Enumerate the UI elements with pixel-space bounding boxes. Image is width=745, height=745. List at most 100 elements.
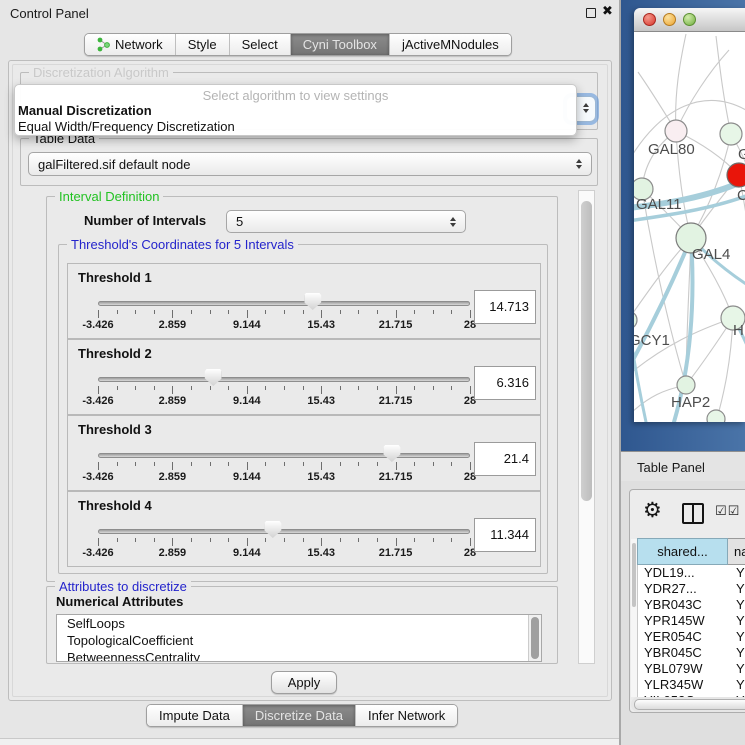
cell-name[interactable]: YLR3: [729, 677, 745, 693]
apply-button[interactable]: Apply: [271, 671, 337, 694]
tick-mark: [191, 310, 192, 314]
tick-mark: [265, 386, 266, 390]
node-gcy1[interactable]: [634, 311, 637, 329]
tab-impute-data[interactable]: Impute Data: [147, 705, 243, 726]
number-of-intervals-label: Number of Intervals: [84, 213, 206, 228]
attribute-list-item[interactable]: TopologicalCoefficient: [57, 632, 541, 649]
table-row[interactable]: YLR345W YLR3: [638, 677, 745, 693]
cell-shared-name[interactable]: YBL079W: [638, 661, 729, 677]
table-header-row: shared... na: [637, 538, 745, 565]
node-bottom[interactable]: [707, 410, 725, 422]
float-window-icon[interactable]: [586, 8, 596, 18]
attribute-list-item[interactable]: BetweennessCentrality: [57, 649, 541, 662]
table-row[interactable]: YBR045C YBR0: [638, 645, 745, 661]
table-row[interactable]: YDR27... YDR2: [638, 581, 745, 597]
split-columns-icon[interactable]: [682, 503, 704, 524]
minimize-traffic-light-icon[interactable]: [663, 13, 676, 26]
cell-shared-name[interactable]: YBR043C: [638, 597, 729, 613]
tab-style[interactable]: Style: [176, 34, 230, 55]
table-row[interactable]: YPR145W YPR1: [638, 613, 745, 629]
cell-name[interactable]: YBR0: [729, 597, 745, 613]
cell-shared-name[interactable]: YDR27...: [638, 581, 729, 597]
panel-vertical-scrollbar[interactable]: [578, 190, 595, 664]
node-red-selected[interactable]: [727, 163, 745, 187]
tab-discretize-data[interactable]: Discretize Data: [243, 705, 356, 726]
cell-shared-name[interactable]: YPR145W: [638, 613, 729, 629]
cell-name[interactable]: YBR0: [729, 645, 745, 661]
tab-infer-network[interactable]: Infer Network: [356, 705, 457, 726]
cell-shared-name[interactable]: YDL19...: [638, 565, 729, 581]
tick-mark: [135, 538, 136, 542]
threshold-slider[interactable]: -3.4262.8599.14415.4321.71528: [98, 340, 470, 414]
tab-network[interactable]: Network: [85, 34, 176, 55]
table-row[interactable]: YBR043C YBR0: [638, 597, 745, 613]
table-panel-inner: ⚙ ☑☑ shared... na YDL19... YDL1 YDR27...…: [629, 489, 745, 713]
cell-name[interactable]: YDR2: [729, 581, 745, 597]
network-canvas[interactable]: GAL80 GA C GAL11 GAL4 GCY1 H HAP2: [634, 32, 745, 422]
scrollbar-thumb[interactable]: [634, 699, 745, 710]
tab-select[interactable]: Select: [230, 34, 291, 55]
zoom-traffic-light-icon[interactable]: [683, 13, 696, 26]
attribute-list-item[interactable]: SelfLoops: [57, 615, 541, 632]
slider-track[interactable]: [98, 301, 470, 306]
cell-name[interactable]: YER0: [729, 629, 745, 645]
table-row[interactable]: YDL19... YDL1: [638, 565, 745, 581]
threshold-value-field[interactable]: 6.316: [474, 366, 536, 400]
slider-thumb[interactable]: [304, 293, 321, 310]
network-window-titlebar[interactable]: [634, 8, 745, 32]
column-header-shared-name[interactable]: shared...: [637, 538, 728, 565]
close-traffic-light-icon[interactable]: [643, 13, 656, 26]
threshold-value-field[interactable]: 11.344: [474, 518, 536, 552]
scrollbar-thumb[interactable]: [531, 617, 539, 659]
cell-name[interactable]: YPR1: [729, 613, 745, 629]
threshold-slider[interactable]: -3.4262.8599.14415.4321.71528: [98, 492, 470, 566]
tick-mark: [117, 386, 118, 390]
gear-icon[interactable]: ⚙: [643, 498, 662, 522]
tick-label: -3.426: [82, 319, 113, 331]
node-gal80[interactable]: [665, 120, 687, 142]
slider-thumb[interactable]: [264, 521, 281, 538]
slider-track[interactable]: [98, 529, 470, 534]
cell-shared-name[interactable]: YLR345W: [638, 677, 729, 693]
scrollbar-thumb[interactable]: [581, 201, 592, 501]
dropdown-placeholder-option[interactable]: Select algorithm to view settings: [15, 85, 576, 103]
number-of-intervals-combobox[interactable]: 5: [226, 210, 466, 233]
tick-mark: [321, 386, 322, 394]
slider-track[interactable]: [98, 377, 470, 382]
threshold-slider[interactable]: -3.4262.8599.14415.4321.71528: [98, 264, 470, 338]
tab-jactivemnodules[interactable]: jActiveMNodules: [390, 34, 511, 55]
cell-name[interactable]: YDL1: [729, 565, 745, 581]
cell-shared-name[interactable]: YER054C: [638, 629, 729, 645]
slider-thumb[interactable]: [205, 369, 222, 386]
slider-thumb[interactable]: [383, 445, 400, 462]
table-left-scrollbar[interactable]: [631, 539, 637, 697]
tick-mark: [340, 310, 341, 314]
slider-track[interactable]: [98, 453, 470, 458]
cell-shared-name[interactable]: YBR045C: [638, 645, 729, 661]
close-icon[interactable]: ✖: [602, 4, 613, 19]
table-row[interactable]: YER054C YER0: [638, 629, 745, 645]
threshold-value-field[interactable]: 21.4: [474, 442, 536, 476]
threshold-slider[interactable]: -3.4262.8599.14415.4321.71528: [98, 416, 470, 490]
threshold-value-field[interactable]: 14.713: [474, 290, 536, 324]
list-vertical-scrollbar[interactable]: [528, 615, 541, 661]
tick-mark: [117, 538, 118, 542]
tab-cyni-toolbox[interactable]: Cyni Toolbox: [291, 34, 390, 55]
column-header-name[interactable]: na: [728, 538, 745, 565]
tick-label: 21.715: [379, 395, 413, 407]
cell-name[interactable]: YBL0: [729, 661, 745, 677]
select-columns-icons[interactable]: ☑☑: [715, 504, 740, 519]
tick-mark: [358, 310, 359, 314]
thresholds-group-title: Threshold's Coordinates for 5 Intervals: [67, 237, 298, 252]
dropdown-option-manual[interactable]: Manual Discretization: [15, 103, 576, 119]
table-horizontal-scrollbar[interactable]: [631, 697, 745, 712]
node-hap2[interactable]: [677, 376, 695, 394]
tick-mark: [191, 538, 192, 542]
table-row[interactable]: YBL079W YBL0: [638, 661, 745, 677]
tick-mark: [451, 310, 452, 314]
dropdown-option-equal-width[interactable]: Equal Width/Frequency Discretization: [15, 119, 576, 135]
node-top-right[interactable]: [720, 123, 742, 145]
table-data-combobox[interactable]: galFiltered.sif default node: [28, 152, 592, 176]
scrollbar-thumb[interactable]: [632, 543, 636, 607]
numerical-attributes-list[interactable]: SelfLoopsTopologicalCoefficientBetweenne…: [56, 614, 542, 662]
